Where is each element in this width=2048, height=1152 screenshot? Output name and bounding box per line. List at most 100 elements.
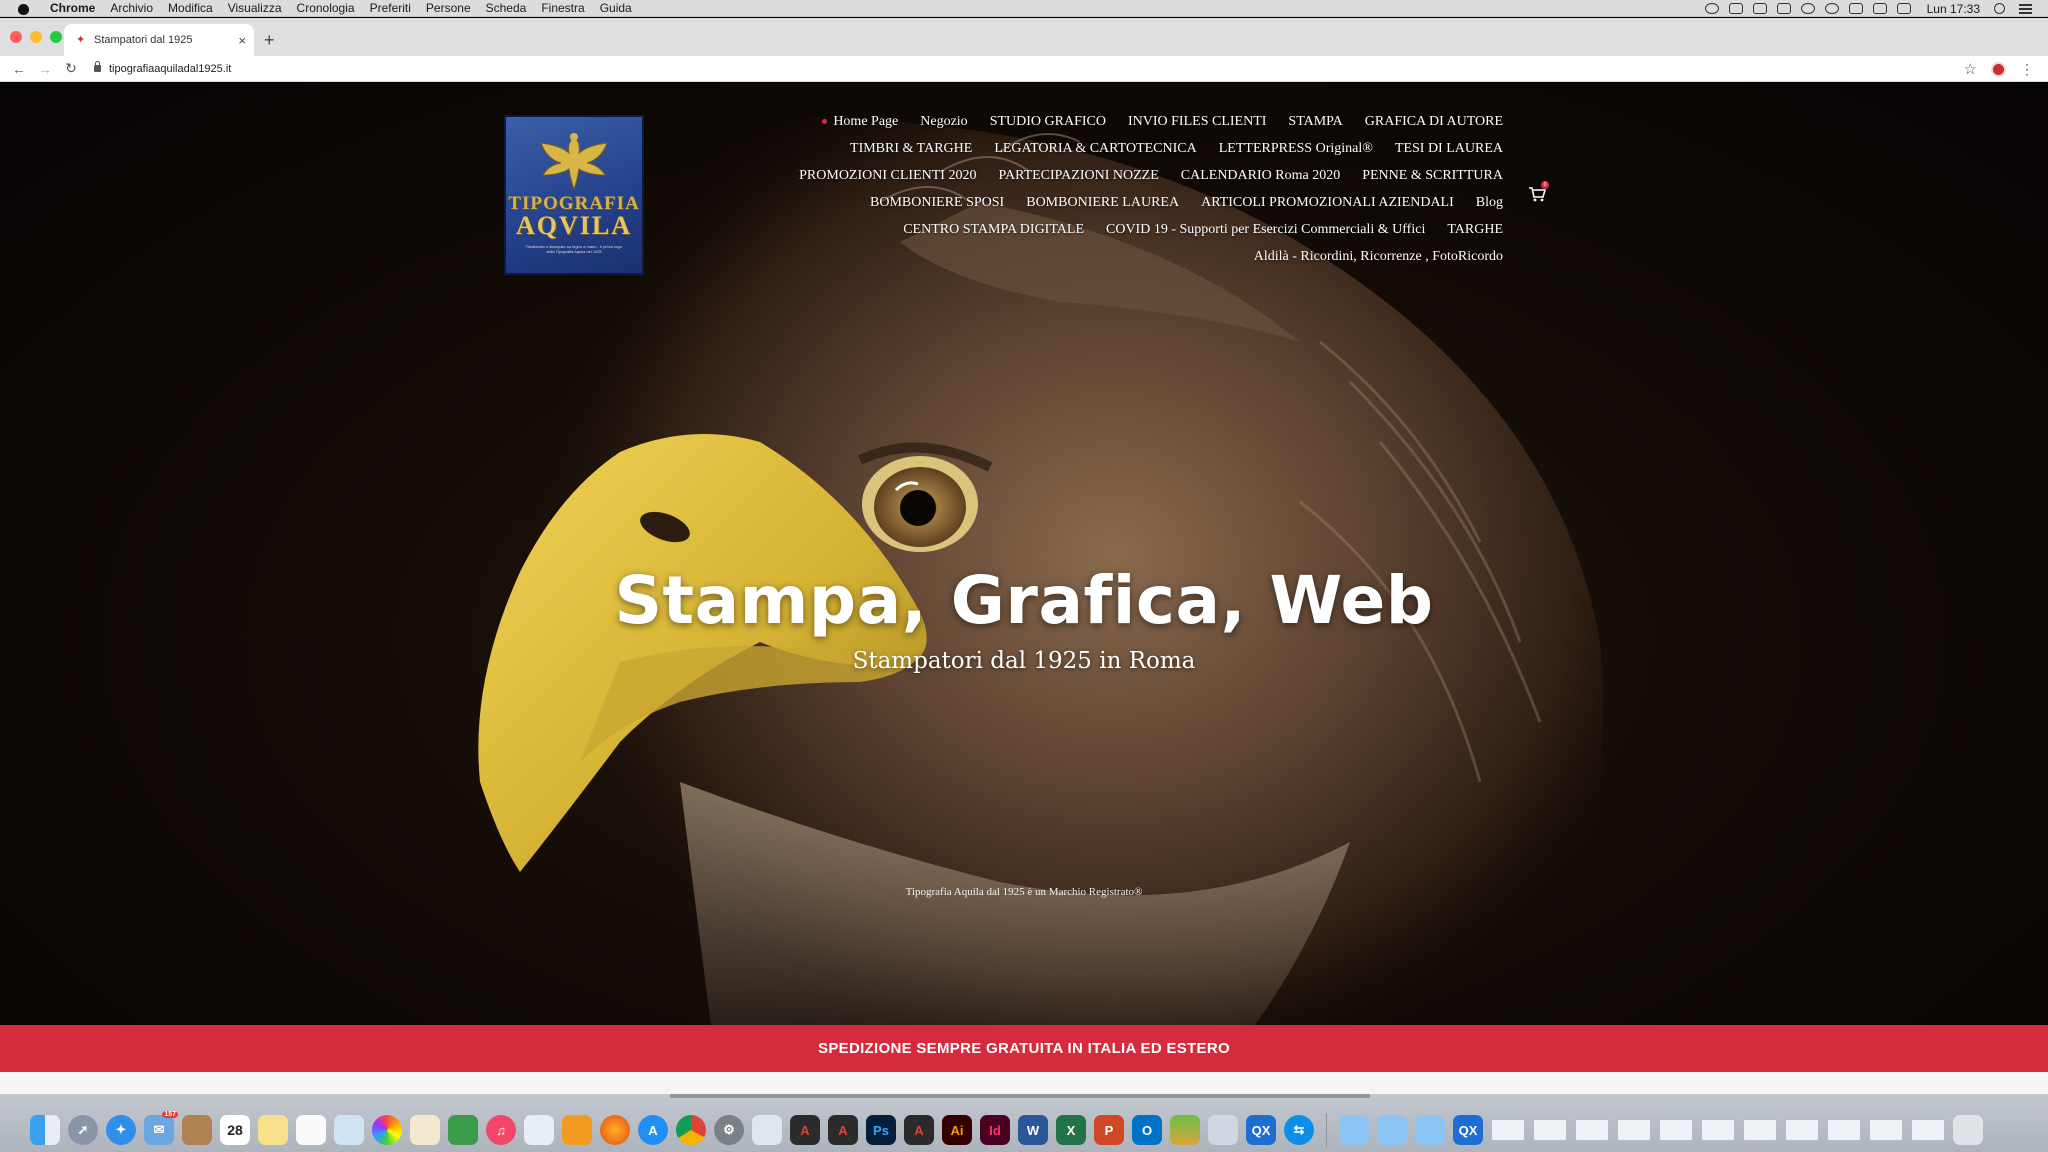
- app-store-icon[interactable]: A: [638, 1115, 668, 1145]
- photos-icon[interactable]: [372, 1115, 402, 1145]
- photoshop-icon[interactable]: Ps: [866, 1115, 896, 1145]
- nav-tesi-di-laurea[interactable]: TESI DI LAUREA: [1395, 141, 1503, 157]
- downloads-folder-icon[interactable]: [1377, 1115, 1407, 1145]
- menu-scheda[interactable]: Scheda: [486, 1, 527, 15]
- menu-archivio[interactable]: Archivio: [110, 1, 153, 15]
- mail-icon[interactable]: 157 ✉: [144, 1111, 178, 1145]
- reminders-icon[interactable]: [296, 1115, 326, 1145]
- minimized-window-thumbnail[interactable]: [1533, 1119, 1567, 1141]
- nav-invio-files-clienti[interactable]: INVIO FILES CLIENTI: [1128, 114, 1266, 130]
- notes-icon[interactable]: [258, 1115, 288, 1145]
- teamviewer-status-icon[interactable]: [1728, 3, 1743, 14]
- nav-studio-grafico[interactable]: STUDIO GRAFICO: [990, 114, 1106, 130]
- minimized-window-thumbnail[interactable]: [1911, 1119, 1945, 1141]
- minimized-window-thumbnail[interactable]: [1701, 1119, 1735, 1141]
- notification-center-icon[interactable]: [2019, 3, 2032, 14]
- nav-grafica-di-autore[interactable]: GRAFICA DI AUTORE: [1365, 114, 1503, 130]
- minimize-window-button[interactable]: [30, 31, 42, 43]
- textedit-icon[interactable]: [410, 1115, 440, 1145]
- chrome-menu-icon[interactable]: ⋮: [2020, 62, 2034, 76]
- nav-aldila-ricordini[interactable]: Aldilà - Ricordini, Ricorrenze , FotoRic…: [1254, 249, 1503, 265]
- launchpad-icon[interactable]: ➚: [68, 1115, 98, 1145]
- menu-bar-clock[interactable]: Lun 17:33: [1927, 2, 1980, 16]
- wifi-icon[interactable]: [1824, 3, 1839, 14]
- chrome-icon[interactable]: [676, 1115, 706, 1145]
- quarkxpress-icon[interactable]: QX: [1246, 1115, 1276, 1145]
- finder-icon[interactable]: [30, 1115, 60, 1145]
- volume-icon[interactable]: [1896, 3, 1911, 14]
- address-bar[interactable]: tipografiaaquiladal1925.it: [94, 58, 1974, 80]
- teamviewer-icon[interactable]: ⇆: [1284, 1115, 1314, 1145]
- minimized-window-thumbnail[interactable]: [1743, 1119, 1777, 1141]
- minimized-window-thumbnail[interactable]: [1575, 1119, 1609, 1141]
- nav-negozio[interactable]: Negozio: [920, 114, 967, 130]
- documents-folder-icon[interactable]: [1415, 1115, 1445, 1145]
- nav-timbri-targhe[interactable]: TIMBRI & TARGHE: [850, 141, 972, 157]
- indesign-icon[interactable]: Id: [980, 1115, 1010, 1145]
- illustrator-icon[interactable]: Ai: [942, 1115, 972, 1145]
- numbers-icon[interactable]: [448, 1115, 478, 1145]
- preview-icon[interactable]: [334, 1115, 364, 1145]
- site-logo[interactable]: TIPOGRAFIA AQVILA Realizzato e stampato …: [504, 115, 644, 275]
- bookmark-star-icon[interactable]: ☆: [1964, 60, 1977, 78]
- forward-arrow-icon[interactable]: →: [38, 61, 52, 77]
- nav-promozioni-clienti[interactable]: PROMOZIONI CLIENTI 2020: [799, 168, 976, 184]
- tab-close-icon[interactable]: ×: [238, 33, 246, 48]
- nav-targhe[interactable]: TARGHE: [1447, 222, 1503, 238]
- calendar-icon[interactable]: 28: [220, 1115, 250, 1145]
- new-tab-button[interactable]: +: [264, 30, 275, 51]
- menu-cronologia[interactable]: Cronologia: [297, 1, 355, 15]
- word-icon[interactable]: W: [1018, 1115, 1048, 1145]
- free-shipping-banner[interactable]: SPEDIZIONE SEMPRE GRATUITA IN ITALIA ED …: [0, 1025, 2048, 1072]
- minimized-window-thumbnail[interactable]: [1827, 1119, 1861, 1141]
- acrobat-reader-icon[interactable]: A: [828, 1115, 858, 1145]
- profile-avatar-icon[interactable]: [1991, 61, 2006, 77]
- spotlight-search-icon[interactable]: [1994, 3, 2005, 14]
- system-preferences-icon[interactable]: ⚙: [714, 1115, 744, 1145]
- creative-cloud-icon[interactable]: [1704, 3, 1719, 14]
- nav-articoli-promozionali[interactable]: ARTICOLI PROMOZIONALI AZIENDALI: [1201, 195, 1454, 211]
- files-icon[interactable]: [1208, 1115, 1238, 1145]
- music-icon[interactable]: ♫: [486, 1115, 516, 1145]
- nav-covid-19-supporti[interactable]: COVID 19 - Supporti per Esercizi Commerc…: [1106, 222, 1425, 238]
- minimized-window-thumbnail[interactable]: [1785, 1119, 1819, 1141]
- trash-icon[interactable]: [1953, 1115, 1983, 1145]
- minimized-window-thumbnail[interactable]: [1491, 1119, 1525, 1141]
- minimized-window-thumbnail[interactable]: [1617, 1119, 1651, 1141]
- zoom-window-button[interactable]: [50, 31, 62, 43]
- nav-home-page[interactable]: Home Page: [822, 114, 898, 130]
- pages-icon[interactable]: [524, 1115, 554, 1145]
- nav-partecipazioni-nozze[interactable]: PARTECIPAZIONI NOZZE: [998, 168, 1158, 184]
- safari-icon[interactable]: ✦: [106, 1115, 136, 1145]
- lock-icon[interactable]: [94, 61, 101, 72]
- minimized-window-thumbnail[interactable]: [1659, 1119, 1693, 1141]
- ibooks-icon[interactable]: [562, 1115, 592, 1145]
- contacts-icon[interactable]: [182, 1115, 212, 1145]
- nav-legatoria-cartotecnica[interactable]: LEGATORIA & CARTOTECNICA: [994, 141, 1196, 157]
- bluetooth-icon[interactable]: [1800, 3, 1815, 14]
- nav-calendario-roma[interactable]: CALENDARIO Roma 2020: [1181, 168, 1340, 184]
- close-window-button[interactable]: [10, 31, 22, 43]
- minimized-window-thumbnail[interactable]: [1869, 1119, 1903, 1141]
- excel-icon[interactable]: X: [1056, 1115, 1086, 1145]
- printer-status-icon[interactable]: [1752, 3, 1767, 14]
- stacks-icon[interactable]: [1170, 1115, 1200, 1145]
- outlook-icon[interactable]: O: [1132, 1115, 1162, 1145]
- eject-icon[interactable]: [1872, 3, 1887, 14]
- reload-icon[interactable]: ↻: [64, 60, 78, 77]
- acrobat-dc-icon[interactable]: A: [904, 1115, 934, 1145]
- menu-guida[interactable]: Guida: [600, 1, 632, 15]
- nav-centro-stampa-digitale[interactable]: CENTRO STAMPA DIGITALE: [903, 222, 1084, 238]
- url-text[interactable]: tipografiaaquiladal1925.it: [109, 63, 231, 75]
- nav-penne-scrittura[interactable]: PENNE & SCRITTURA: [1362, 168, 1503, 184]
- apple-menu-icon[interactable]: [16, 2, 32, 15]
- nav-bomboniere-sposi[interactable]: BOMBONIERE SPOSI: [870, 195, 1004, 211]
- menu-finestra[interactable]: Finestra: [541, 1, 584, 15]
- airplay-icon[interactable]: [1848, 3, 1863, 14]
- back-arrow-icon[interactable]: ←: [12, 61, 26, 77]
- nav-blog[interactable]: Blog: [1476, 195, 1503, 211]
- printer-icon[interactable]: [752, 1115, 782, 1145]
- nav-stampa[interactable]: STAMPA: [1288, 114, 1342, 130]
- firefox-icon[interactable]: [600, 1115, 630, 1145]
- menu-app-chrome[interactable]: Chrome: [50, 1, 95, 15]
